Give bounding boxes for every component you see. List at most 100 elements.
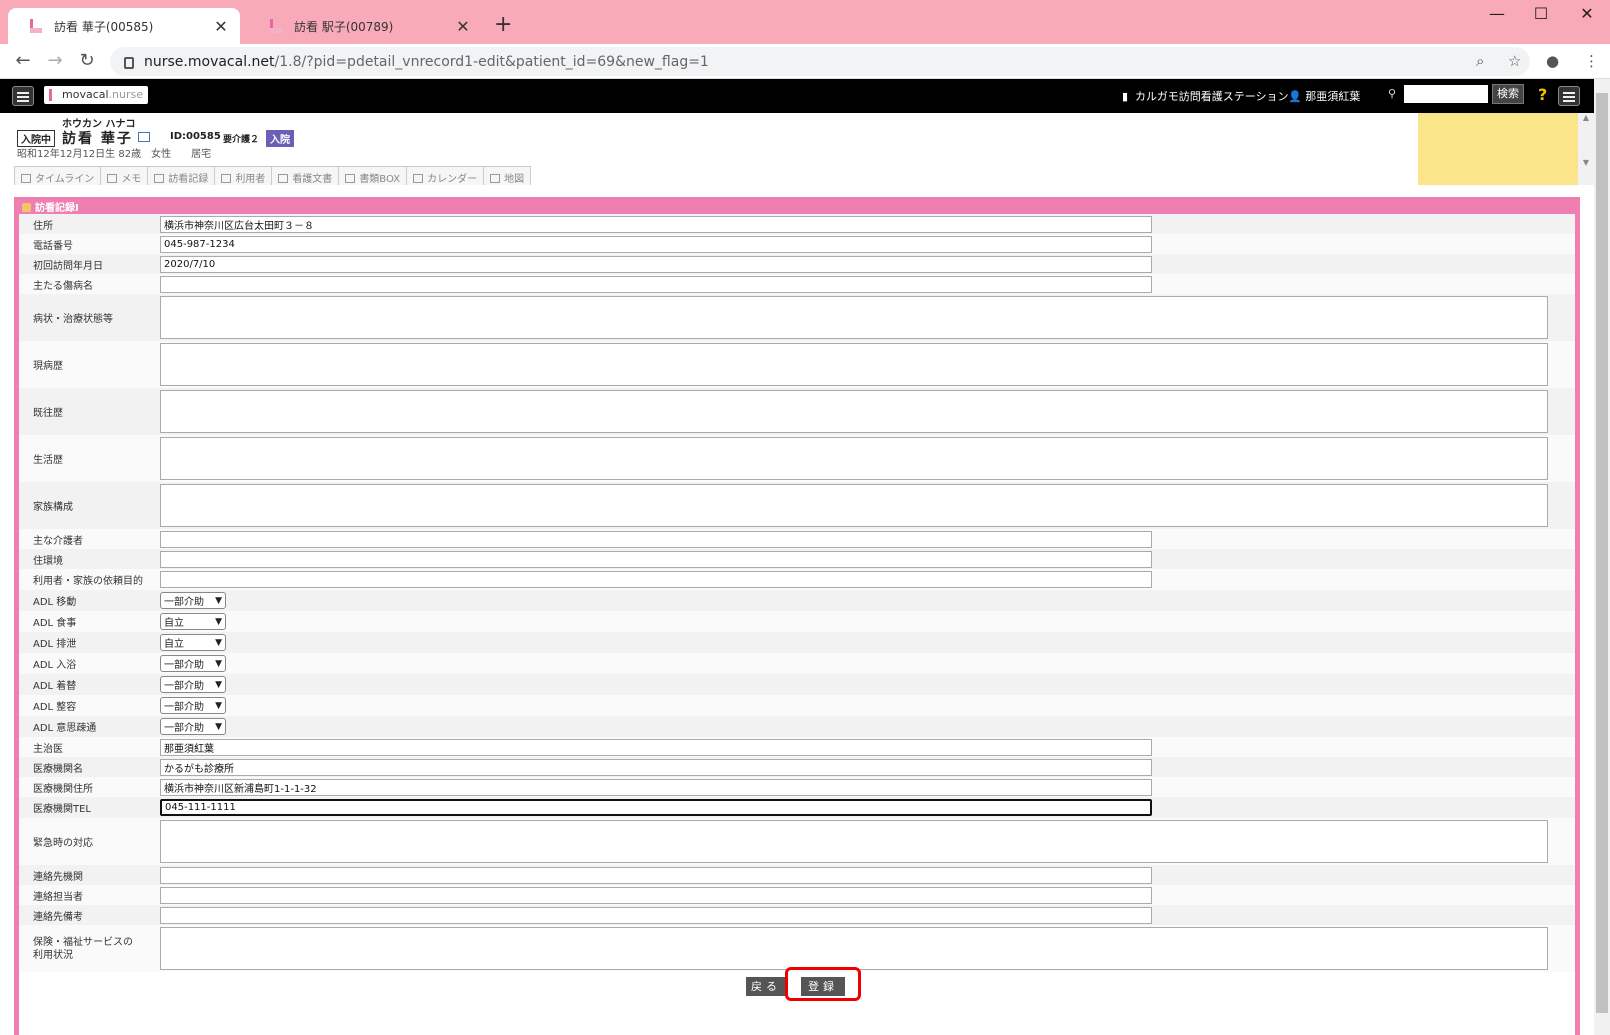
chevron-down-icon: ▼ (215, 658, 222, 669)
past-history-textarea[interactable] (160, 390, 1548, 433)
adl-move-select[interactable]: 一部介助 ▼ (160, 592, 226, 609)
form-row: 連絡先機関 (19, 865, 1575, 885)
scrollbar-thumb[interactable] (1596, 93, 1608, 1013)
zoom-icon[interactable]: ⌕ (1476, 52, 1484, 70)
settings-menu-icon[interactable] (1558, 86, 1580, 106)
tab-nursing-docs[interactable]: 看護文書 (271, 166, 340, 185)
form-body: 住所 電話番号 初回訪問年月日 主たる傷病名 病状・治療状態等 現病歴 既往歴 (19, 214, 1575, 1035)
search-icon: ⚲ (1388, 87, 1397, 100)
app-header: movacal.nurse ▮ カルガモ訪問看護ステーション 👤 那亜須紅葉 ⚲… (0, 79, 1594, 113)
register-button[interactable]: 登録 (801, 977, 845, 996)
url-path: /1.8/?pid=pdetail_vnrecord1-edit&patient… (274, 53, 709, 70)
adl-groom-select[interactable]: 一部介助 ▼ (160, 697, 226, 714)
browser-tab-active[interactable]: 訪看 華子(00585) ✕ (8, 8, 240, 44)
station-name: ▮ カルガモ訪問看護ステーション (1122, 90, 1289, 103)
field-label: 主治医 (33, 743, 63, 755)
form-row: 緊急時の対応 (19, 818, 1575, 865)
browser-tab[interactable]: 訪看 駅子(00789) ✕ (248, 8, 482, 44)
caregiver-input[interactable] (160, 530, 1152, 548)
first-visit-input[interactable] (160, 255, 1152, 273)
back-arrow-icon[interactable]: ← (12, 50, 34, 71)
new-tab-button[interactable]: + (494, 12, 512, 37)
address-input[interactable] (160, 215, 1152, 233)
field-label: 医療機関住所 (33, 783, 93, 795)
tab-user[interactable]: 利用者 (214, 166, 273, 185)
search-input[interactable] (1404, 85, 1488, 103)
address-bar: ← → ↻ nurse.movacal.net/1.8/?pid=pdetail… (0, 44, 1610, 79)
close-tab-icon[interactable]: ✕ (454, 17, 472, 36)
hospital-tel-input[interactable] (160, 799, 1152, 816)
form-row: 保険・福祉サービスの利用状況 (19, 925, 1575, 972)
form-row: 生活歴 (19, 435, 1575, 482)
hospital-name-input[interactable] (160, 758, 1152, 776)
contact-note-input[interactable] (160, 906, 1152, 924)
phone-input[interactable] (160, 235, 1152, 253)
menu-icon[interactable] (12, 86, 34, 106)
logo-sub: .nurse (108, 88, 144, 101)
bookmark-star-icon[interactable]: ☆ (1508, 52, 1521, 70)
tab-timeline[interactable]: タイムライン (14, 166, 102, 185)
field-label: 主たる傷病名 (33, 280, 93, 292)
patient-info: 昭和12年12月12日生 82歳 女性 居宅 (17, 149, 212, 160)
condition-textarea[interactable] (160, 296, 1548, 339)
field-label: ADL 意思疎通 (33, 723, 97, 734)
environment-input[interactable] (160, 550, 1152, 568)
back-button[interactable]: 戻る (746, 977, 786, 996)
field-label: 連絡担当者 (33, 891, 83, 903)
adl-dress-select[interactable]: 一部介助 ▼ (160, 676, 226, 693)
map-icon (490, 174, 501, 183)
life-history-textarea[interactable] (160, 437, 1548, 480)
emergency-textarea[interactable] (160, 820, 1548, 863)
family-textarea[interactable] (160, 484, 1548, 527)
maximize-icon[interactable]: ☐ (1526, 4, 1556, 23)
services-textarea[interactable] (160, 927, 1548, 970)
header-scrollbar[interactable]: ▲ ▼ (1578, 113, 1594, 185)
card-icon[interactable] (138, 132, 150, 142)
search-button[interactable]: 検索 (1492, 84, 1524, 104)
tab-visit-record[interactable]: 訪看記録 (147, 166, 216, 185)
tab-doc-box[interactable]: 書類BOX (338, 166, 408, 185)
close-tab-icon[interactable]: ✕ (212, 17, 230, 36)
patient-id: ID:00585 (170, 131, 221, 142)
window-close-icon[interactable]: ✕ (1572, 4, 1602, 23)
app-logo[interactable]: movacal.nurse (44, 86, 148, 104)
page-scrollbar[interactable] (1594, 79, 1610, 1035)
user-name: 👤 那亜須紅葉 (1288, 90, 1361, 103)
browser-tab-bar: 訪看 華子(00585) ✕ 訪看 駅子(00789) ✕ + — ☐ ✕ (0, 0, 1610, 44)
form-row: 医療機関名 (19, 757, 1575, 777)
care-level: 要介護２ (223, 135, 260, 145)
main-disease-input[interactable] (160, 275, 1152, 293)
form-row: 現病歴 (19, 341, 1575, 388)
doctor-input[interactable] (160, 738, 1152, 756)
forward-arrow-icon[interactable]: → (44, 50, 66, 71)
minimize-icon[interactable]: — (1482, 4, 1512, 23)
tab-map[interactable]: 地図 (483, 166, 532, 185)
form-row: ADL 排泄 自立 ▼ (19, 632, 1575, 653)
hospital-address-input[interactable] (160, 778, 1152, 796)
reload-icon[interactable]: ↻ (76, 50, 98, 71)
adl-excrete-select[interactable]: 自立 ▼ (160, 634, 226, 651)
adl-eat-select[interactable]: 自立 ▼ (160, 613, 226, 630)
help-icon[interactable]: ? (1538, 85, 1547, 104)
profile-icon[interactable]: ● (1546, 52, 1559, 70)
form-row: 主治医 (19, 737, 1575, 757)
menu-dots-icon[interactable]: ⋮ (1584, 52, 1599, 70)
contact-org-input[interactable] (160, 866, 1152, 884)
favicon-icon (268, 18, 284, 34)
field-label: ADL 入浴 (33, 660, 77, 671)
tab-calendar[interactable]: カレンダー (406, 166, 485, 185)
purpose-input[interactable] (160, 571, 1152, 588)
adl-comm-select[interactable]: 一部介助 ▼ (160, 718, 226, 735)
url-field[interactable]: nurse.movacal.net/1.8/?pid=pdetail_vnrec… (110, 47, 1530, 76)
tab-memo[interactable]: メモ (100, 166, 149, 185)
field-label: 主な介護者 (33, 535, 83, 547)
panel-title: 訪看記録Ⅰ (22, 199, 79, 214)
form-row: 主たる傷病名 (19, 274, 1575, 294)
form-row: 利用者・家族の依頼目的 (19, 569, 1575, 590)
contact-person-input[interactable] (160, 886, 1152, 904)
field-label: 利用者・家族の依頼目的 (33, 576, 143, 587)
form-row: 連絡担当者 (19, 885, 1575, 905)
present-illness-textarea[interactable] (160, 343, 1548, 386)
adl-bath-select[interactable]: 一部介助 ▼ (160, 655, 226, 672)
form-row: ADL 移動 一部介助 ▼ (19, 590, 1575, 611)
